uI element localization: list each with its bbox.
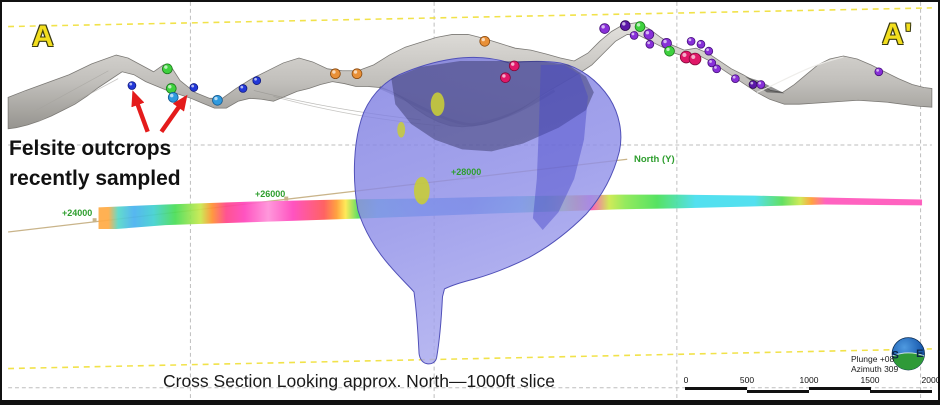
drill-collar-point[interactable] <box>190 84 198 92</box>
section-label-a-prime: A' <box>882 18 913 52</box>
drill-collar-point[interactable] <box>875 68 883 76</box>
drill-collar-point[interactable] <box>352 69 362 79</box>
drill-collar-highlight <box>254 78 257 81</box>
drill-collar-point[interactable] <box>749 81 757 89</box>
drill-collar-highlight <box>632 33 635 36</box>
drill-collar-highlight <box>689 39 692 42</box>
drill-collar-highlight <box>170 94 173 97</box>
drill-collar-highlight <box>354 70 357 73</box>
drill-collar-point[interactable] <box>480 36 490 46</box>
drill-collar-point[interactable] <box>509 61 519 71</box>
figure-caption: Cross Section Looking approx. North—1000… <box>124 371 594 392</box>
drill-collar-point[interactable] <box>687 37 695 45</box>
drill-collar-point[interactable] <box>757 81 765 89</box>
drill-collar-point[interactable] <box>253 77 261 85</box>
drill-collar-highlight <box>647 42 650 45</box>
axis-tick-26000: +26000 <box>255 189 285 199</box>
annotation-arrows <box>137 102 180 131</box>
drill-collar-highlight <box>733 76 736 79</box>
drill-collar-point[interactable] <box>635 22 645 32</box>
drill-collar-point[interactable] <box>239 85 247 93</box>
scale-tick-1000: 1000 <box>800 375 819 385</box>
scene-canvas[interactable]: S E <box>2 2 938 400</box>
axis-tick-24000: +24000 <box>62 208 92 218</box>
scale-tick-0: 0 <box>684 375 689 385</box>
drill-collar-point[interactable] <box>500 73 510 83</box>
drill-collar-highlight <box>129 83 132 86</box>
drill-collar-highlight <box>758 82 761 85</box>
drill-collar-point[interactable] <box>213 95 223 105</box>
axis-tick-28000: +28000 <box>451 167 481 177</box>
drill-collar-point[interactable] <box>630 31 638 39</box>
view-plunge: Plunge +08 <box>851 354 898 364</box>
scale-bar: 0 500 1000 1500 2000 <box>685 375 932 395</box>
drill-collar-highlight <box>601 25 604 28</box>
scale-tick-2000: 2000 <box>922 375 940 385</box>
view-info: Plunge +08 Azimuth 309 <box>851 354 898 374</box>
view-azimuth: Azimuth 309 <box>851 364 898 374</box>
drill-collar-highlight <box>750 82 753 85</box>
drill-collar-point[interactable] <box>697 40 705 48</box>
felsite-annotation-line2: recently sampled <box>9 164 181 194</box>
drill-collar-highlight <box>709 60 712 63</box>
drill-collar-highlight <box>191 85 194 88</box>
drill-collar-point[interactable] <box>620 21 630 31</box>
cross-section-viewport[interactable]: S E A A' Felsite outcrops recently sampl… <box>0 0 940 405</box>
drill-collar-highlight <box>691 55 695 59</box>
drill-collar-highlight <box>876 69 879 72</box>
felsite-model-body[interactable] <box>354 57 620 363</box>
drill-collar-highlight <box>332 70 335 73</box>
section-label-a: A <box>32 20 55 54</box>
drill-collar-highlight <box>706 48 709 51</box>
drill-collar-point[interactable] <box>644 30 654 40</box>
drill-collar-point[interactable] <box>600 24 610 34</box>
drill-collar-highlight <box>164 65 167 68</box>
drill-collar-point[interactable] <box>731 75 739 83</box>
drill-collar-highlight <box>168 85 171 88</box>
drill-collar-point[interactable] <box>646 40 654 48</box>
drill-collar-point[interactable] <box>689 53 701 65</box>
scale-tick-1500: 1500 <box>861 375 880 385</box>
drill-collar-highlight <box>646 31 649 34</box>
drill-collar-point[interactable] <box>168 92 178 102</box>
drill-collar-point[interactable] <box>128 82 136 90</box>
felsite-annotation: Felsite outcrops recently sampled <box>9 134 181 194</box>
drill-collar-point[interactable] <box>162 64 172 74</box>
drill-collar-highlight <box>511 62 514 65</box>
north-axis-label: North (Y) <box>634 154 675 165</box>
scale-bar-blocks <box>685 387 932 393</box>
ball-letter-e: E <box>916 348 923 360</box>
drill-collar-highlight <box>482 38 485 41</box>
drill-collar-point[interactable] <box>330 69 340 79</box>
drill-collar-point[interactable] <box>705 47 713 55</box>
drill-collar-highlight <box>714 66 717 69</box>
drill-collar-highlight <box>240 86 243 89</box>
drill-collar-highlight <box>682 53 686 57</box>
drill-collar-highlight <box>698 42 701 45</box>
felsite-annotation-line1: Felsite outcrops <box>9 134 181 164</box>
drill-collar-point[interactable] <box>713 65 721 73</box>
drill-collar-point[interactable] <box>166 84 176 94</box>
drill-collar-highlight <box>663 40 666 43</box>
drill-collar-highlight <box>637 23 640 26</box>
drill-collar-highlight <box>622 22 625 25</box>
drill-collar-highlight <box>666 48 669 51</box>
drill-collar-highlight <box>502 74 505 77</box>
scale-tick-500: 500 <box>740 375 754 385</box>
drill-collar-point[interactable] <box>665 46 675 56</box>
drill-collar-highlight <box>214 97 217 100</box>
